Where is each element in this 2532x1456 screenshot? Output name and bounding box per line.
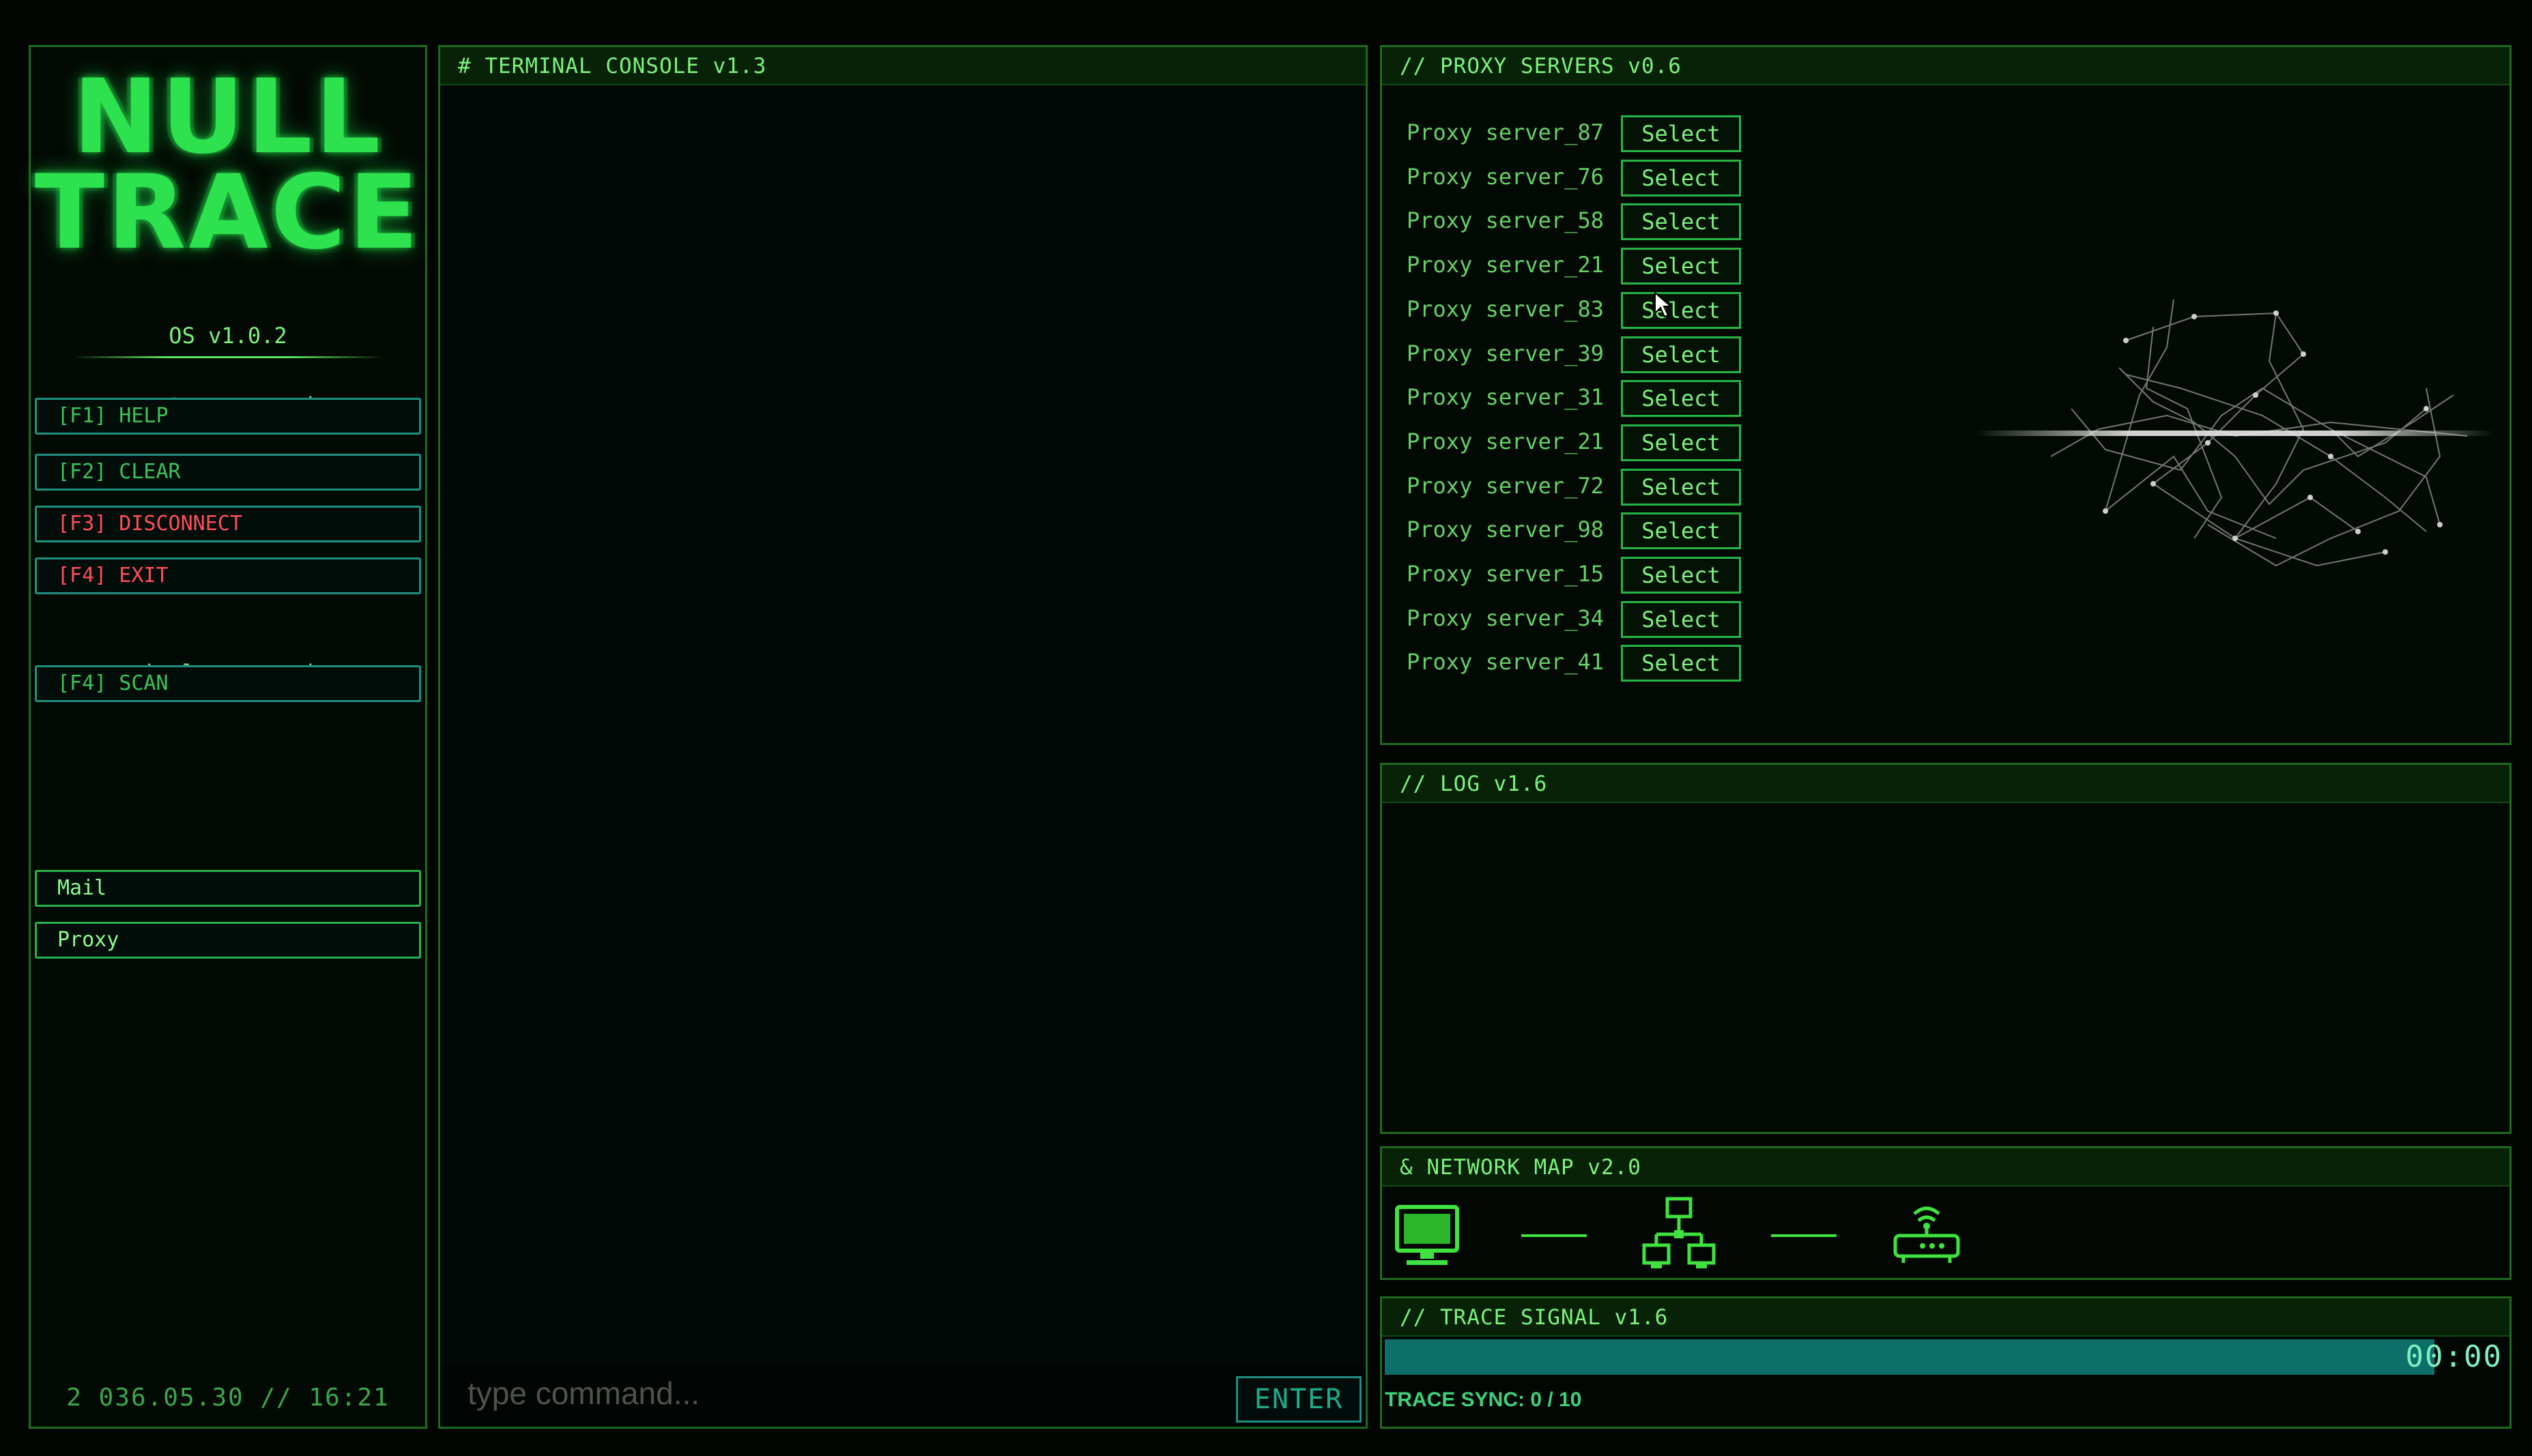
- proxy-select-button[interactable]: Select: [1621, 248, 1741, 285]
- proxy-server-name: Proxy server_21: [1407, 252, 1604, 278]
- proxy-server-name: Proxy server_39: [1407, 340, 1604, 366]
- clear-command-label: [F2] CLEAR: [57, 460, 181, 484]
- proxy-select-button[interactable]: Select: [1621, 645, 1741, 682]
- proxy-server-name: Proxy server_58: [1407, 207, 1604, 234]
- proxy-server-name: Proxy server_87: [1407, 119, 1604, 145]
- scan-command-button[interactable]: [F4] SCAN: [35, 665, 421, 702]
- disconnect-command-button[interactable]: [F3] DISCONNECT: [35, 506, 421, 542]
- scan-command-label: [F4] SCAN: [57, 671, 169, 695]
- proxy-server-name: Proxy server_83: [1407, 295, 1604, 322]
- exit-command-button[interactable]: [F4] EXIT: [35, 557, 421, 594]
- command-input[interactable]: [466, 1372, 1151, 1414]
- proxy-select-button[interactable]: Select: [1621, 468, 1741, 506]
- clear-command-button[interactable]: [F2] CLEAR: [35, 454, 421, 491]
- proxy-title: // PROXY SERVERS v0.6: [1382, 47, 2509, 85]
- network-icon[interactable]: [1641, 1196, 1716, 1272]
- connection-line: [1521, 1234, 1587, 1237]
- mail-window-label: Mail: [57, 876, 107, 900]
- proxy-window-button[interactable]: Proxy: [35, 922, 421, 959]
- sidebar: NULL TRACE OS v1.0.2 system commands [F1…: [29, 45, 427, 1429]
- proxy-server-name: Proxy server_31: [1407, 384, 1604, 411]
- log-panel: // LOG v1.6: [1380, 763, 2512, 1134]
- proxy-servers-panel: // PROXY SERVERS v0.6 Proxy server_87 Sel…: [1380, 45, 2512, 745]
- help-command-label: [F1] HELP: [57, 404, 169, 428]
- proxy-server-name: Proxy server_76: [1407, 163, 1604, 190]
- proxy-server-name: Proxy server_98: [1407, 516, 1604, 543]
- proxy-server-name: Proxy server_72: [1407, 472, 1604, 499]
- proxy-server-name: Proxy server_34: [1407, 605, 1604, 631]
- proxy-select-button[interactable]: Select: [1621, 336, 1741, 373]
- divider: [72, 356, 384, 358]
- network-map-panel: & NETWORK MAP v2.0: [1380, 1146, 2512, 1280]
- proxy-select-button[interactable]: Select: [1621, 600, 1741, 638]
- proxy-window-label: Proxy: [57, 928, 119, 952]
- proxy-select-button[interactable]: Select: [1621, 380, 1741, 418]
- enter-button[interactable]: ENTER: [1236, 1376, 1362, 1423]
- os-version: OS v1.0.2: [169, 323, 287, 349]
- network-graph-decoration: [1976, 299, 2494, 567]
- proxy-select-button[interactable]: Select: [1621, 512, 1741, 550]
- connection-line: [1771, 1234, 1837, 1237]
- mouse-cursor-icon: [1654, 291, 1673, 318]
- disconnect-command-label: [F3] DISCONNECT: [57, 512, 242, 536]
- proxy-server-name: Proxy server_41: [1407, 649, 1604, 675]
- terminal-input-row: ENTER: [440, 1365, 1366, 1427]
- trace-sync-status: TRACE SYNC: 0 / 10: [1385, 1388, 1582, 1411]
- logo-line-2: TRACE: [34, 154, 422, 272]
- exit-command-label: [F4] EXIT: [57, 564, 169, 587]
- log-title: // LOG v1.6: [1382, 765, 2509, 803]
- trace-progress-bar: [1385, 1339, 2434, 1375]
- proxy-select-button[interactable]: Select: [1621, 424, 1741, 461]
- trace-timer: 00:00: [2405, 1339, 2503, 1374]
- trace-title: // TRACE SIGNAL v1.6: [1382, 1298, 2509, 1337]
- proxy-select-button[interactable]: Select: [1621, 557, 1741, 594]
- terminal-title: # TERMINAL CONSOLE v1.3: [440, 47, 1366, 85]
- proxy-server-name: Proxy server_15: [1407, 561, 1604, 587]
- proxy-server-name: Proxy server_21: [1407, 428, 1604, 454]
- system-datetime: 2 036.05.30 // 16:21: [66, 1384, 390, 1412]
- proxy-select-button[interactable]: Select: [1621, 203, 1741, 241]
- computer-icon[interactable]: [1393, 1203, 1461, 1271]
- terminal-console: # TERMINAL CONSOLE v1.3 ENTER: [438, 45, 1368, 1429]
- proxy-select-button[interactable]: Select: [1621, 159, 1741, 196]
- mail-window-button[interactable]: Mail: [35, 870, 421, 907]
- proxy-select-button[interactable]: Select: [1621, 291, 1741, 329]
- trace-signal-panel: // TRACE SIGNAL v1.6 00:00 TRACE SYNC: 0…: [1380, 1296, 2512, 1429]
- router-icon[interactable]: [1893, 1199, 1961, 1267]
- help-command-button[interactable]: [F1] HELP: [35, 398, 421, 435]
- network-map-title: & NETWORK MAP v2.0: [1382, 1148, 2509, 1186]
- proxy-select-button[interactable]: Select: [1621, 115, 1741, 152]
